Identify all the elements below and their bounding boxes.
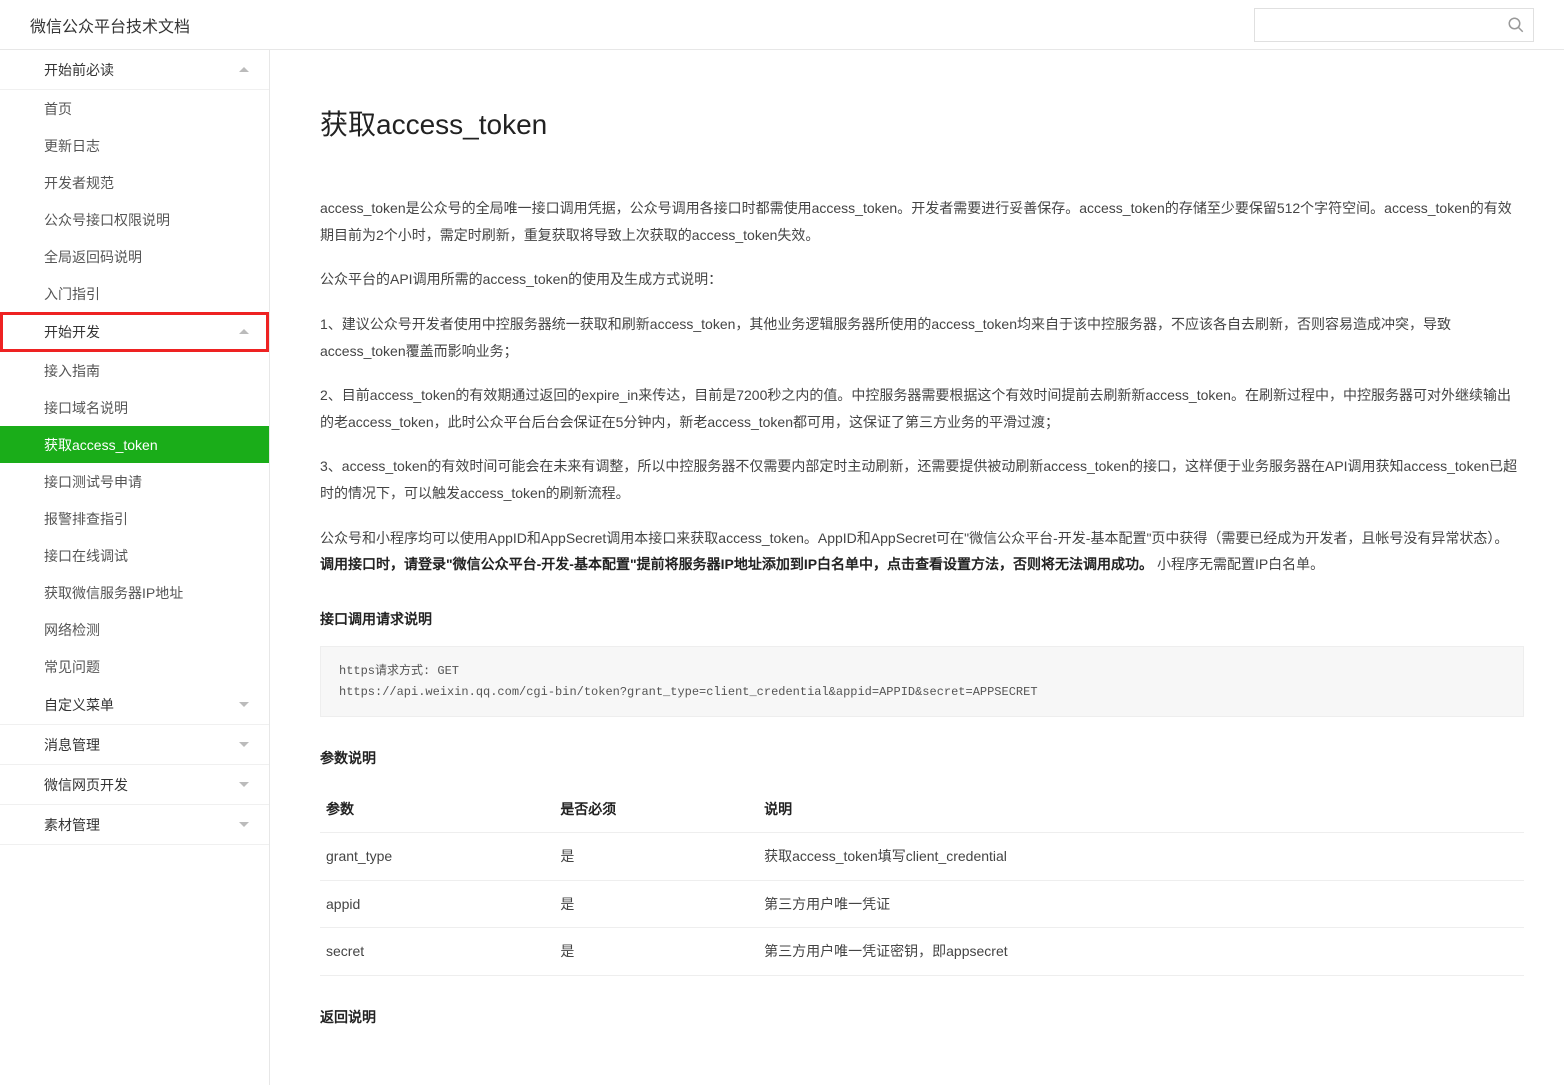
table-cell: 获取access_token填写client_credential <box>758 833 1524 881</box>
section-heading: 接口调用请求说明 <box>320 606 1524 633</box>
doc-text-bold: 调用接口时，请登录"微信公众平台-开发-基本配置"提前将服务器IP地址添加到IP… <box>320 556 1153 572</box>
sidebar-item[interactable]: 网络检测 <box>0 611 269 648</box>
table-cell: 是 <box>554 928 758 976</box>
sidebar-item[interactable]: 接口测试号申请 <box>0 463 269 500</box>
table-header-cell: 参数 <box>320 786 554 833</box>
sidebar-group-label: 微信网页开发 <box>44 775 128 795</box>
sidebar-item[interactable]: 获取微信服务器IP地址 <box>0 574 269 611</box>
table-cell: 第三方用户唯一凭证密钥，即appsecret <box>758 928 1524 976</box>
content-area: 获取access_token access_token是公众号的全局唯一接口调用… <box>270 50 1564 1085</box>
chevron-down-icon <box>239 822 249 827</box>
sidebar-item[interactable]: 首页 <box>0 90 269 127</box>
table-row: secret是第三方用户唯一凭证密钥，即appsecret <box>320 928 1524 976</box>
sidebar-item[interactable]: 公众号接口权限说明 <box>0 201 269 238</box>
sidebar-group[interactable]: 素材管理 <box>0 805 269 845</box>
table-row: appid是第三方用户唯一凭证 <box>320 880 1524 928</box>
page-title: 获取access_token <box>320 98 1524 151</box>
table-cell: 是 <box>554 833 758 881</box>
sidebar-group-label: 开始前必读 <box>44 60 114 80</box>
chevron-down-icon <box>239 702 249 707</box>
doc-paragraph: 2、目前access_token的有效期通过返回的expire_in来传达，目前… <box>320 382 1524 435</box>
sidebar-group[interactable]: 自定义菜单 <box>0 685 269 725</box>
doc-paragraph: 公众号和小程序均可以使用AppID和AppSecret调用本接口来获取acces… <box>320 525 1524 578</box>
sidebar-group[interactable]: 开始开发 <box>0 312 269 352</box>
page-brand-title: 微信公众平台技术文档 <box>30 13 190 37</box>
sidebar-item[interactable]: 常见问题 <box>0 648 269 685</box>
doc-paragraph: 1、建议公众号开发者使用中控服务器统一获取和刷新access_token，其他业… <box>320 311 1524 364</box>
table-cell: appid <box>320 880 554 928</box>
sidebar-item[interactable]: 接口在线调试 <box>0 537 269 574</box>
chevron-down-icon <box>239 742 249 747</box>
sidebar-item[interactable]: 接入指南 <box>0 352 269 389</box>
chevron-down-icon <box>239 782 249 787</box>
param-table: 参数是否必须说明 grant_type是获取access_token填写clie… <box>320 786 1524 976</box>
doc-paragraph: 3、access_token的有效时间可能会在未来有调整，所以中控服务器不仅需要… <box>320 453 1524 506</box>
search-icon <box>1507 16 1525 34</box>
table-row: grant_type是获取access_token填写client_creden… <box>320 833 1524 881</box>
sidebar-item[interactable]: 报警排查指引 <box>0 500 269 537</box>
table-cell: 是 <box>554 880 758 928</box>
doc-paragraph: 公众平台的API调用所需的access_token的使用及生成方式说明： <box>320 266 1524 293</box>
section-heading: 参数说明 <box>320 745 1524 772</box>
sidebar-group[interactable]: 消息管理 <box>0 725 269 765</box>
doc-paragraph: access_token是公众号的全局唯一接口调用凭据，公众号调用各接口时都需使… <box>320 195 1524 248</box>
chevron-up-icon <box>239 329 249 334</box>
sidebar: 开始前必读首页更新日志开发者规范公众号接口权限说明全局返回码说明入门指引开始开发… <box>0 50 270 1085</box>
sidebar-item[interactable]: 接口域名说明 <box>0 389 269 426</box>
table-cell: secret <box>320 928 554 976</box>
sidebar-item[interactable]: 获取access_token <box>0 426 269 463</box>
sidebar-group-label: 消息管理 <box>44 735 100 755</box>
search-box[interactable] <box>1254 8 1534 42</box>
search-input[interactable] <box>1255 9 1507 41</box>
sidebar-item[interactable]: 全局返回码说明 <box>0 238 269 275</box>
doc-text: 公众号和小程序均可以使用AppID和AppSecret调用本接口来获取acces… <box>320 530 1508 546</box>
doc-text: 小程序无需配置IP白名单。 <box>1157 556 1324 572</box>
sidebar-group[interactable]: 微信网页开发 <box>0 765 269 805</box>
table-header-cell: 说明 <box>758 786 1524 833</box>
chevron-up-icon <box>239 67 249 72</box>
section-heading: 返回说明 <box>320 1004 1524 1031</box>
table-header-cell: 是否必须 <box>554 786 758 833</box>
sidebar-group[interactable]: 开始前必读 <box>0 50 269 90</box>
table-cell: grant_type <box>320 833 554 881</box>
sidebar-item[interactable]: 开发者规范 <box>0 164 269 201</box>
code-block: https请求方式: GET https://api.weixin.qq.com… <box>320 646 1524 717</box>
sidebar-group-label: 开始开发 <box>44 322 100 342</box>
sidebar-item[interactable]: 更新日志 <box>0 127 269 164</box>
header: 微信公众平台技术文档 <box>0 0 1564 50</box>
sidebar-item[interactable]: 入门指引 <box>0 275 269 312</box>
sidebar-group-label: 自定义菜单 <box>44 695 114 715</box>
sidebar-group-label: 素材管理 <box>44 815 100 835</box>
table-cell: 第三方用户唯一凭证 <box>758 880 1524 928</box>
